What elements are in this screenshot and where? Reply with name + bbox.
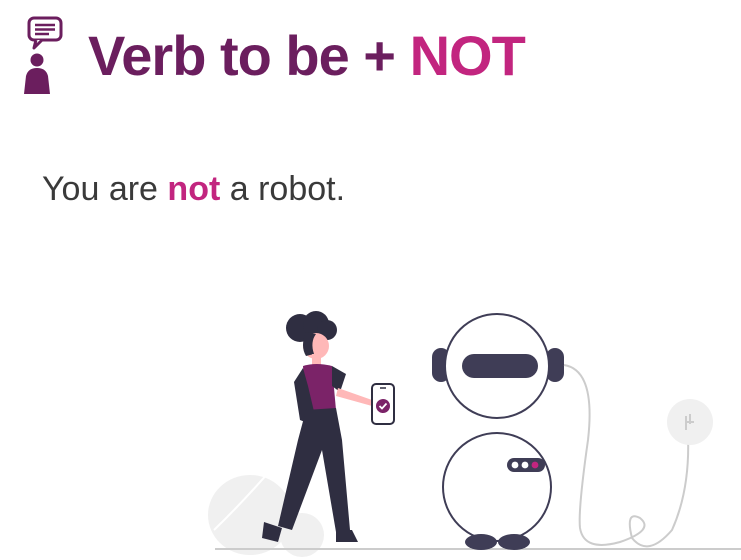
title-highlight: NOT: [409, 24, 526, 87]
phone-check-icon: [371, 383, 395, 425]
sentence-start: You are: [42, 170, 168, 208]
sentence-negation: not: [167, 170, 221, 208]
woman-and-robot-illustration: [208, 311, 741, 557]
cable-and-socket: [563, 364, 713, 548]
speaker-chat-icon: [24, 16, 63, 94]
robot-figure: [432, 313, 564, 550]
sentence-end: a robot.: [220, 170, 346, 208]
example-sentence: You are not a robot.: [42, 172, 345, 206]
title-main: Verb to be +: [88, 24, 410, 87]
page-title: Verb to be + NOT: [88, 28, 526, 84]
